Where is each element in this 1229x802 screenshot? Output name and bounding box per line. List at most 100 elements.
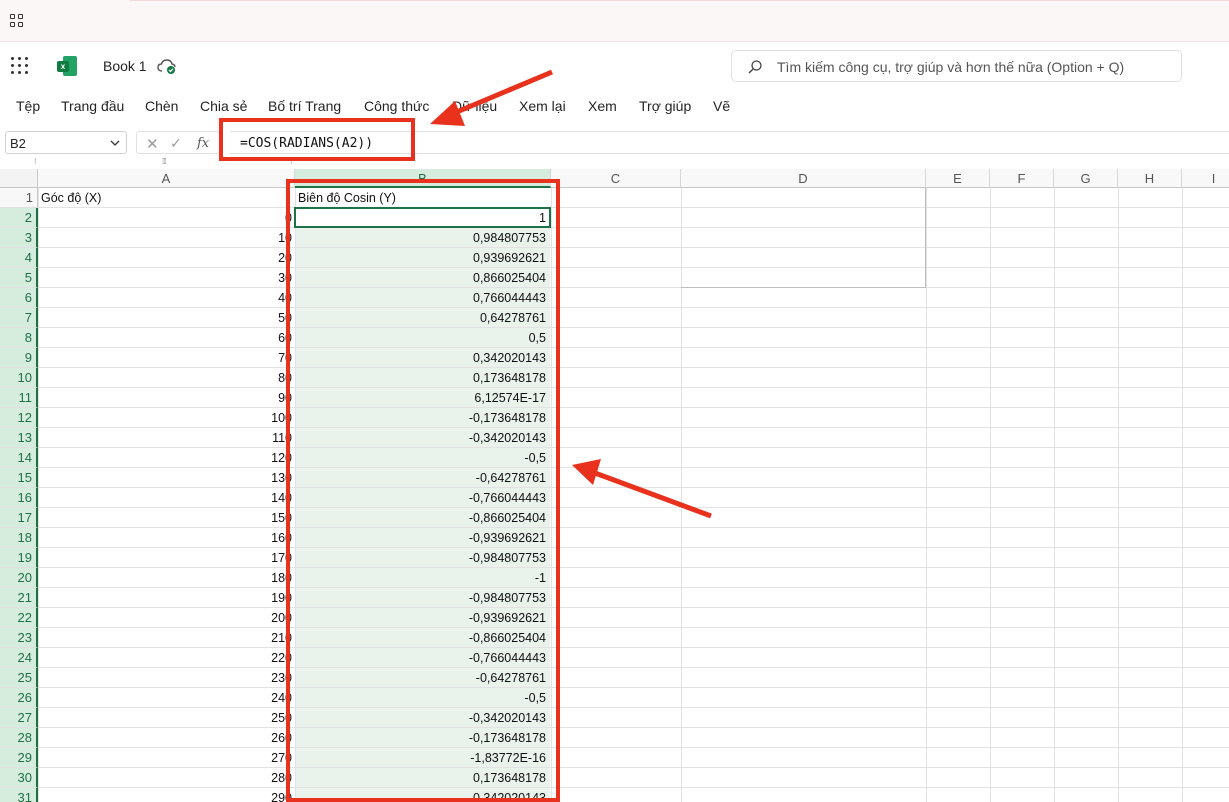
menu-draw[interactable]: Vẽ [713,98,730,114]
row-header-29[interactable]: 29 [0,748,38,768]
menu-help[interactable]: Trợ giúp [639,98,691,114]
app-launcher-icon[interactable] [11,57,29,75]
row-header-26[interactable]: 26 [0,688,38,708]
cell-a4[interactable]: 20 [38,248,295,268]
row-header-1[interactable]: 1 [0,188,38,208]
cell-a24[interactable]: 220 [38,648,295,668]
grid-vertical-line [1118,188,1119,802]
row-header-11[interactable]: 11 [0,388,38,408]
search-icon [748,60,762,74]
excel-logo-icon: x [57,56,77,76]
row-header-28[interactable]: 28 [0,728,38,748]
menu-view[interactable]: Xem [588,98,617,114]
menu-formulas[interactable]: Công thức [364,98,429,114]
confirm-icon[interactable]: ✓ [170,135,182,152]
row-header-19[interactable]: 19 [0,548,38,568]
cell-a18[interactable]: 160 [38,528,295,548]
cell-a5[interactable]: 30 [38,268,295,288]
app-grid-icon[interactable] [10,14,24,28]
column-header-g[interactable]: G [1054,169,1118,188]
row-header-17[interactable]: 17 [0,508,38,528]
row-header-18[interactable]: 18 [0,528,38,548]
cell-a29[interactable]: 270 [38,748,295,768]
column-header-e[interactable]: E [926,169,990,188]
cell-a6[interactable]: 40 [38,288,295,308]
cell-a22[interactable]: 200 [38,608,295,628]
cell-a13[interactable]: 110 [38,428,295,448]
row-header-4[interactable]: 4 [0,248,38,268]
cell-a7[interactable]: 50 [38,308,295,328]
row-header-27[interactable]: 27 [0,708,38,728]
row-header-12[interactable]: 12 [0,408,38,428]
row-header-14[interactable]: 14 [0,448,38,468]
row-header-23[interactable]: 23 [0,628,38,648]
column-header-i[interactable]: I [1182,169,1229,188]
cell-a28[interactable]: 260 [38,728,295,748]
row-header-31[interactable]: 31 [0,788,38,802]
cell-a31[interactable]: 290 [38,788,295,802]
cell-a21[interactable]: 190 [38,588,295,608]
document-title[interactable]: Book 1 [103,58,147,74]
column-header-a[interactable]: A [38,169,295,188]
cell-a16[interactable]: 140 [38,488,295,508]
cancel-icon[interactable]: ✕ [146,135,159,153]
menu-share[interactable]: Chia sẻ [200,98,247,114]
formula-bar: B2 ✕ ✓ fx =COS(RADIANS(A2)) [0,128,1229,156]
row-header-10[interactable]: 10 [0,368,38,388]
grid-vertical-line [1054,188,1055,802]
cell-a19[interactable]: 170 [38,548,295,568]
row-header-8[interactable]: 8 [0,328,38,348]
menu-review[interactable]: Xem lại [519,98,566,114]
cell-a23[interactable]: 210 [38,628,295,648]
row-header-22[interactable]: 22 [0,608,38,628]
column-header-d[interactable]: D [681,169,926,188]
menu-file[interactable]: Tệp [16,98,40,114]
menu-page-layout[interactable]: Bố trí Trang [268,98,341,114]
cell-a15[interactable]: 130 [38,468,295,488]
row-header-13[interactable]: 13 [0,428,38,448]
row-header-20[interactable]: 20 [0,568,38,588]
cell-a26[interactable]: 240 [38,688,295,708]
cell-a3[interactable]: 10 [38,228,295,248]
cell-a1[interactable]: Góc độ (X) [41,188,101,208]
cell-a20[interactable]: 180 [38,568,295,588]
row-header-9[interactable]: 9 [0,348,38,368]
grid-vertical-line [990,188,991,802]
row-header-6[interactable]: 6 [0,288,38,308]
row-header-21[interactable]: 21 [0,588,38,608]
search-box[interactable]: Tìm kiếm công cụ, trợ giúp và hơn thế nữ… [731,50,1182,82]
freeze-handle-icon[interactable]: ⁞⁞⁞ [162,157,167,166]
row-header-7[interactable]: 7 [0,308,38,328]
cell-a12[interactable]: 100 [38,408,295,428]
menu-insert[interactable]: Chèn [145,98,178,114]
cell-a17[interactable]: 150 [38,508,295,528]
cell-a10[interactable]: 80 [38,368,295,388]
cloud-saved-icon[interactable] [157,58,177,74]
row-header-15[interactable]: 15 [0,468,38,488]
column-header-f[interactable]: F [990,169,1054,188]
cell-a27[interactable]: 250 [38,708,295,728]
column-header-h[interactable]: H [1118,169,1182,188]
row-header-3[interactable]: 3 [0,228,38,248]
grid-vertical-line [1182,188,1183,802]
menu-home[interactable]: Trang đầu [61,98,124,114]
column-header-c[interactable]: C [551,169,681,188]
cell-a25[interactable]: 230 [38,668,295,688]
name-box[interactable]: B2 [5,131,127,154]
row-header-30[interactable]: 30 [0,768,38,788]
row-header-24[interactable]: 24 [0,648,38,668]
cell-a14[interactable]: 120 [38,448,295,468]
row-header-16[interactable]: 16 [0,488,38,508]
insert-function-icon[interactable]: fx [197,136,209,151]
menu-data[interactable]: Dữ liệu [452,98,497,114]
row-header-2[interactable]: 2 [0,208,38,228]
cell-a8[interactable]: 60 [38,328,295,348]
row-header-5[interactable]: 5 [0,268,38,288]
spreadsheet-grid[interactable]: ⁝ ⁞⁞⁞ ⁝ A B C D E F G H I Góc độ (X) Biê… [0,157,1229,802]
cell-a9[interactable]: 70 [38,348,295,368]
select-all-corner[interactable] [0,169,38,188]
cell-a11[interactable]: 90 [38,388,295,408]
cell-a2[interactable]: 0 [38,208,295,228]
row-header-25[interactable]: 25 [0,668,38,688]
cell-a30[interactable]: 280 [38,768,295,788]
